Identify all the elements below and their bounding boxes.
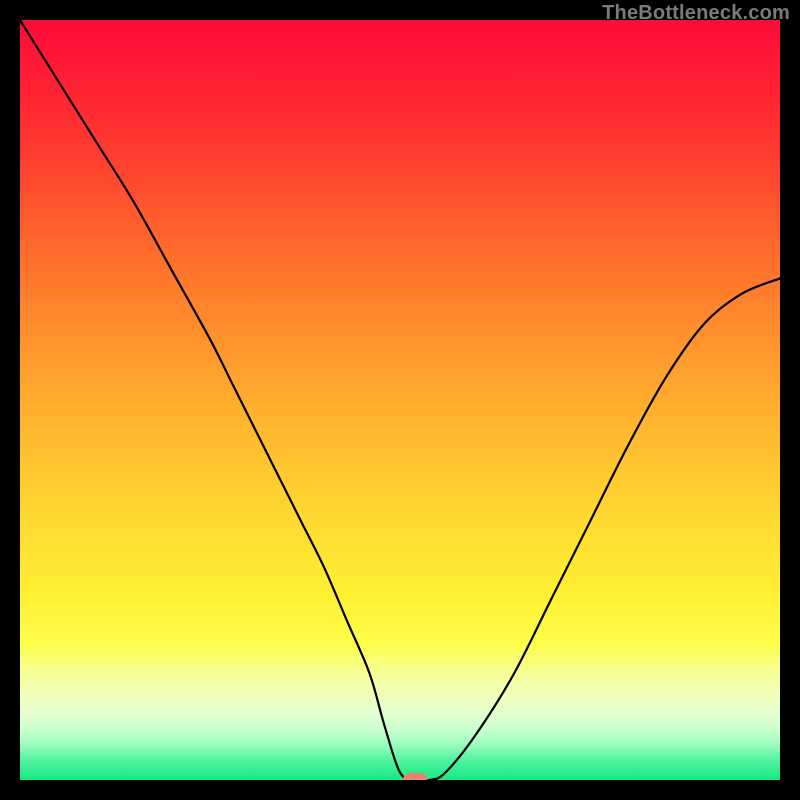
minimum-marker [403, 773, 427, 780]
plot-area [20, 20, 780, 780]
bottleneck-chart [20, 20, 780, 780]
gradient-background [20, 20, 780, 780]
chart-frame: TheBottleneck.com [0, 0, 800, 800]
